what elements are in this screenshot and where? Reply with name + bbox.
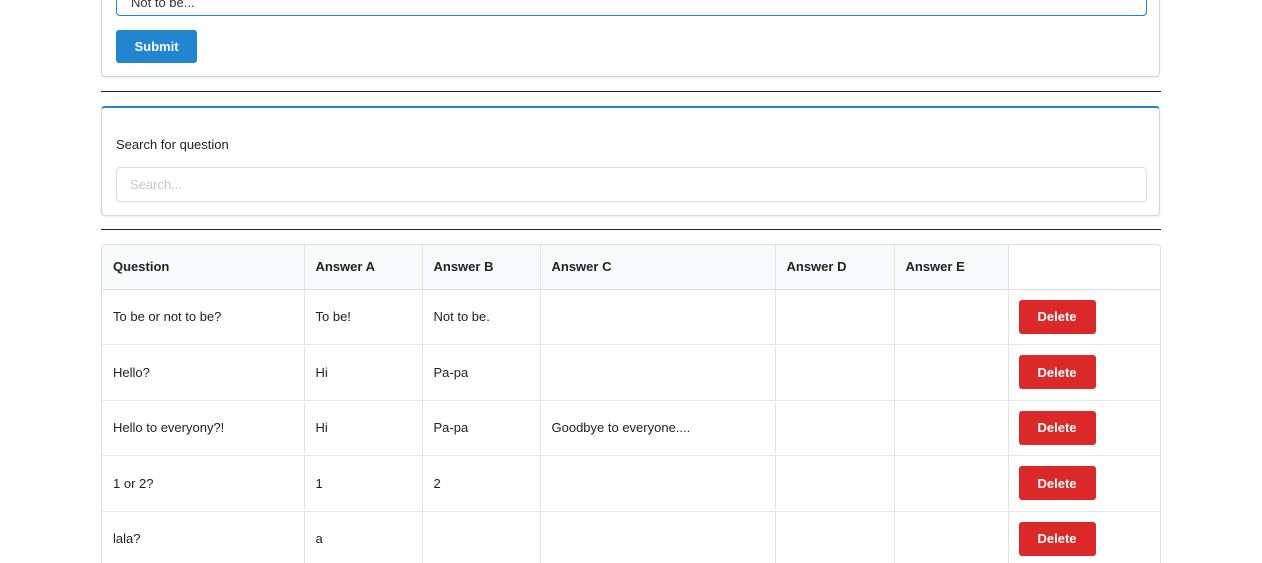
divider — [101, 229, 1161, 230]
cell-answer-b: Pa-pa — [422, 400, 541, 456]
cell-question: Hello to everyony?! — [102, 400, 305, 456]
cell-answer-a: Hi — [304, 400, 423, 456]
cell-actions: Delete — [1008, 289, 1160, 345]
search-label: Search for question — [116, 137, 229, 152]
column-header-answer-a: Answer A — [304, 245, 423, 290]
cell-question: To be or not to be? — [102, 289, 305, 345]
cell-answer-b: Pa-pa — [422, 344, 541, 401]
cell-answer-e — [894, 289, 1009, 345]
search-input[interactable] — [116, 167, 1147, 202]
questions-table: Question Answer A Answer B Answer C Answ… — [101, 244, 1161, 563]
column-header-actions — [1008, 245, 1160, 290]
table-row: 1 or 2? 1 2 Delete — [102, 455, 1160, 512]
cell-answer-c — [540, 511, 776, 563]
submit-button[interactable]: Submit — [116, 30, 197, 63]
column-header-question: Question — [102, 245, 305, 290]
cell-answer-c — [540, 344, 776, 401]
cell-actions: Delete — [1008, 344, 1160, 401]
search-card: Search for question — [101, 106, 1160, 216]
delete-button[interactable]: Delete — [1018, 355, 1096, 390]
answer-input[interactable] — [116, 0, 1147, 16]
add-question-form: Submit — [101, 0, 1160, 77]
cell-answer-a: Hi — [304, 344, 423, 401]
table-row: To be or not to be? To be! Not to be. De… — [102, 289, 1160, 345]
cell-actions: Delete — [1008, 455, 1160, 512]
cell-answer-e — [894, 400, 1009, 456]
column-header-answer-b: Answer B — [422, 245, 541, 290]
column-header-answer-d: Answer D — [775, 245, 895, 290]
column-header-answer-c: Answer C — [540, 245, 776, 290]
table-row: Hello? Hi Pa-pa Delete — [102, 344, 1160, 401]
cell-answer-d — [775, 344, 895, 401]
cell-answer-c — [540, 455, 776, 512]
cell-answer-a: 1 — [304, 455, 423, 512]
page: Submit Search for question Question Answ… — [0, 0, 1262, 563]
cell-answer-d — [775, 289, 895, 345]
cell-answer-a: a — [304, 511, 423, 563]
cell-answer-c — [540, 289, 776, 345]
cell-answer-d — [775, 511, 895, 563]
cell-answer-a: To be! — [304, 289, 423, 345]
cell-answer-e — [894, 511, 1009, 563]
cell-actions: Delete — [1008, 400, 1160, 456]
delete-button[interactable]: Delete — [1018, 410, 1096, 445]
cell-actions: Delete — [1008, 511, 1160, 563]
cell-answer-d — [775, 455, 895, 512]
cell-answer-b: Not to be. — [422, 289, 541, 345]
cell-answer-d — [775, 400, 895, 456]
delete-button[interactable]: Delete — [1018, 299, 1096, 334]
divider — [101, 91, 1161, 92]
cell-question: 1 or 2? — [102, 455, 305, 512]
delete-button[interactable]: Delete — [1018, 466, 1096, 501]
table-row: lala? a Delete — [102, 511, 1160, 563]
table-row: Hello to everyony?! Hi Pa-pa Goodbye to … — [102, 400, 1160, 456]
cell-answer-e — [894, 455, 1009, 512]
cell-question: lala? — [102, 511, 305, 563]
table-header-row: Question Answer A Answer B Answer C Answ… — [102, 245, 1160, 290]
cell-answer-b: 2 — [422, 455, 541, 512]
column-header-answer-e: Answer E — [894, 245, 1009, 290]
cell-answer-c: Goodbye to everyone.... — [540, 400, 776, 456]
cell-question: Hello? — [102, 344, 305, 401]
cell-answer-b — [422, 511, 541, 563]
cell-answer-e — [894, 344, 1009, 401]
delete-button[interactable]: Delete — [1018, 521, 1096, 556]
